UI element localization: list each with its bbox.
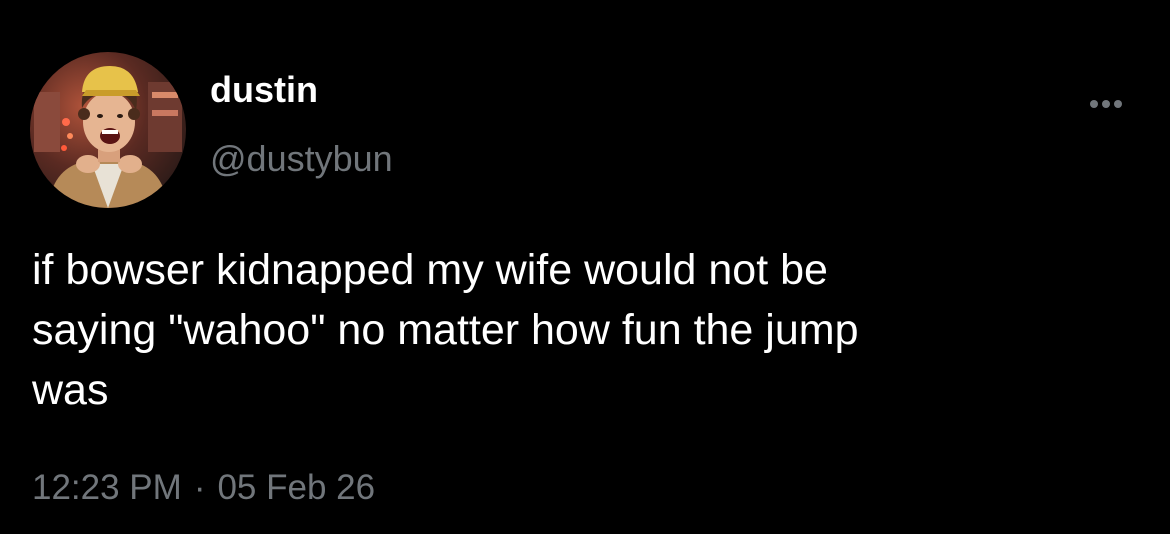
user-handle[interactable]: @dustybun <box>210 137 393 181</box>
meta-separator: · <box>193 468 206 507</box>
more-options-button[interactable] <box>1084 92 1128 116</box>
display-name[interactable]: dustin <box>210 68 318 112</box>
tweet-card: dustin @dustybun if bowser kidnapped my … <box>0 0 1170 534</box>
tweet-time: 12:23 PM <box>32 468 182 507</box>
tweet-text: if bowser kidnapped my wife would not be… <box>32 246 859 414</box>
avatar[interactable] <box>30 52 186 208</box>
tweet-timestamp[interactable]: 12:23 PM · 05 Feb 26 <box>32 466 375 510</box>
tweet-date: 05 Feb 26 <box>217 468 376 507</box>
avatar-photo <box>30 52 186 208</box>
more-horizontal-icon <box>1090 100 1122 108</box>
